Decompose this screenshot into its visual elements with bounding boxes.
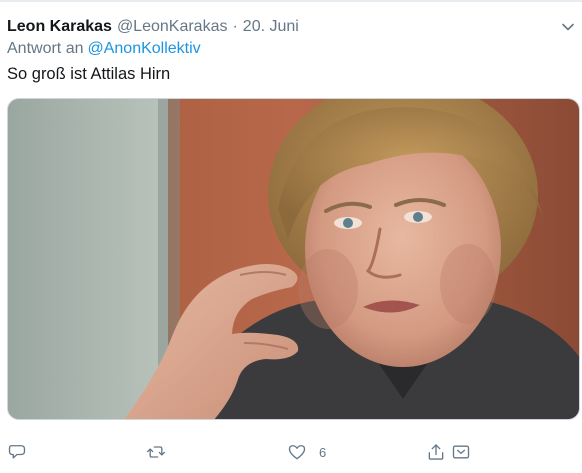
photo-woman-hand-gesture [8,99,579,419]
author-handle[interactable]: @LeonKarakas [117,18,228,36]
comment-icon [8,445,26,459]
tweet-text: So groß ist Attilas Hirn [7,65,171,83]
heart-icon [288,445,306,460]
like-count: 6 [319,444,327,460]
reply-mention-link[interactable]: @AnonKollektiv [87,40,200,57]
retweet-button[interactable] [146,440,166,464]
reply-context: Antwort an @AnonKollektiv [7,40,201,58]
tweet-photo[interactable] [7,98,580,420]
tweet[interactable]: Leon Karakas @LeonKarakas · 20. Juni Ant… [7,0,581,473]
retweet-icon [147,446,165,458]
reply-button[interactable] [7,440,27,464]
author-name[interactable]: Leon Karakas [7,18,112,36]
reply-prefix: Antwort an [7,40,84,57]
like-button[interactable]: 6 [287,440,326,464]
share-icon [428,444,444,460]
separator-dot: · [232,18,238,35]
chevron-down-icon[interactable] [561,20,575,34]
tweet-header: Leon Karakas @LeonKarakas · 20. Juni [7,16,581,38]
direct-message-icon [452,445,470,459]
direct-message-button[interactable] [451,440,471,464]
tweet-date[interactable]: 20. Juni [243,18,299,36]
share-button[interactable] [426,440,446,464]
tweet-actions: 6 [7,440,581,464]
